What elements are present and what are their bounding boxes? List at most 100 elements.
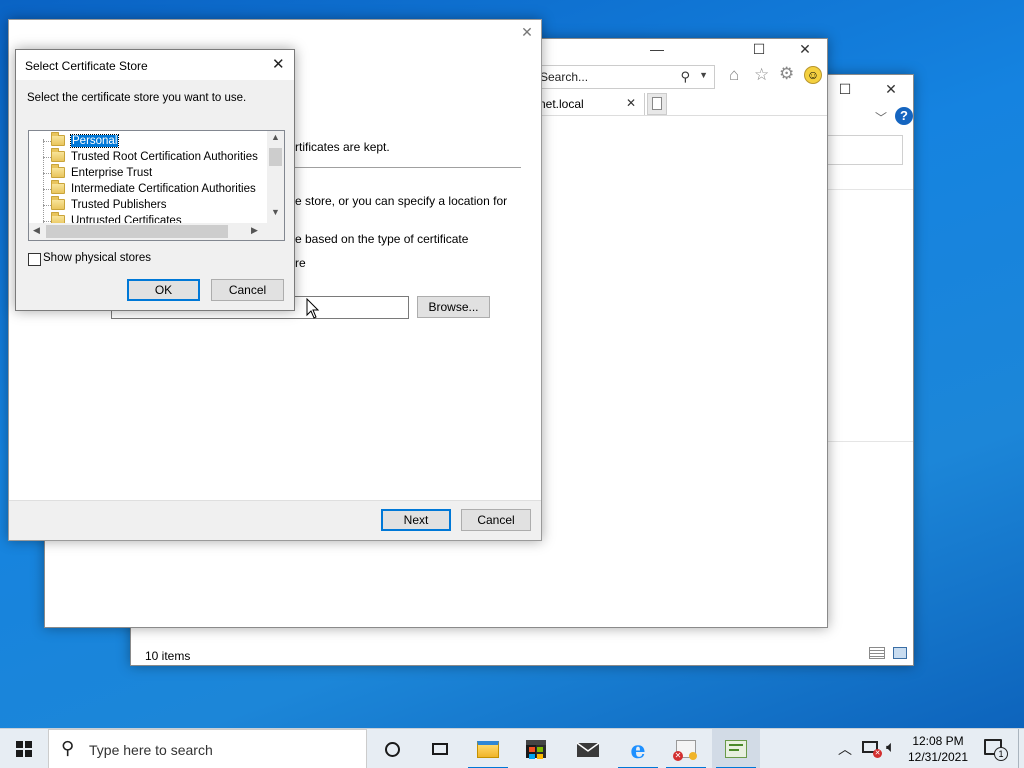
wizard-text-line-2: e store, or you can specify a location f… — [295, 194, 508, 208]
mail-icon — [576, 742, 600, 757]
wizard-cancel-button[interactable]: Cancel — [461, 509, 531, 531]
explorer-maximize-button[interactable]: ☐ — [833, 81, 857, 98]
show-physical-stores-label[interactable]: Show physical stores — [43, 252, 151, 264]
folder-icon — [51, 164, 65, 178]
explorer-ribbon-divider — [827, 189, 913, 190]
tree-line — [43, 157, 51, 158]
store-item-label: Personal — [69, 134, 120, 148]
tree-line — [43, 221, 51, 222]
new-tab-button[interactable] — [647, 93, 667, 115]
certificate-import-icon — [725, 740, 747, 758]
taskbar-clock-date[interactable]: 12/31/2021 — [906, 750, 970, 764]
store-button[interactable] — [512, 729, 560, 768]
ie-tab[interactable]: net.local ✕ — [535, 93, 645, 115]
mail-button[interactable] — [564, 729, 612, 768]
store-tree-view[interactable]: Personal Trusted Root Certification Auth… — [28, 130, 285, 241]
ie-minimize-button[interactable]: — — [645, 41, 669, 57]
horizontal-scrollbar[interactable]: ◀ ▶ — [29, 223, 267, 240]
ie-search-input[interactable]: Search... — [540, 70, 588, 84]
explorer-close-button[interactable]: ✕ — [879, 81, 903, 98]
close-icon[interactable]: ✕ — [272, 55, 285, 73]
search-icon[interactable]: ⚲ — [680, 69, 690, 85]
explorer-address-bar[interactable] — [827, 135, 903, 165]
network-icon[interactable]: ✕ — [862, 741, 882, 758]
start-button[interactable] — [0, 729, 48, 768]
certificate-import-button[interactable] — [712, 729, 760, 768]
task-view-button[interactable] — [416, 729, 464, 768]
chevron-up-icon[interactable]: ︿ — [838, 739, 852, 759]
wizard-divider — [295, 167, 521, 168]
dialog-titlebar: Select Certificate Store ✕ — [16, 50, 294, 80]
ie-search-box[interactable]: Search... ⚲ ▼ — [535, 65, 715, 89]
ie-tab-label: net.local — [539, 97, 584, 111]
gear-icon[interactable]: ⚙ — [779, 64, 794, 84]
mouse-pointer-icon — [306, 298, 320, 319]
explorer-status-items: 10 items — [145, 649, 191, 663]
dialog-cancel-button[interactable]: Cancel — [211, 279, 284, 301]
volume-muted-icon[interactable]: 🔈︎ — [886, 739, 896, 757]
dialog-title: Select Certificate Store — [25, 59, 148, 73]
store-item-intermediate[interactable]: Intermediate Certification Authorities — [51, 180, 256, 197]
cortana-button[interactable] — [368, 729, 416, 768]
wizard-text-line-4: re — [295, 256, 306, 270]
tree-line — [43, 205, 51, 206]
tree-line — [43, 173, 51, 174]
cortana-icon — [384, 741, 400, 757]
chevron-down-icon[interactable]: ▼ — [699, 70, 708, 80]
tree-line — [43, 141, 51, 142]
file-explorer-button[interactable] — [464, 729, 512, 768]
vertical-scrollbar[interactable]: ▲ ▼ — [267, 131, 284, 223]
horizontal-scroll-thumb[interactable] — [46, 225, 228, 238]
store-item-trusted-root[interactable]: Trusted Root Certification Authorities — [51, 148, 258, 165]
smiley-feedback-icon[interactable]: ☺ — [804, 66, 822, 84]
tree-line — [43, 139, 44, 225]
scroll-right-icon[interactable]: ▶ — [251, 225, 258, 236]
store-item-enterprise-trust[interactable]: Enterprise Trust — [51, 164, 153, 181]
favorites-star-icon[interactable]: ☆ — [754, 65, 769, 85]
tree-line — [43, 189, 51, 190]
scroll-up-icon[interactable]: ▲ — [271, 132, 280, 142]
store-icon — [526, 740, 546, 759]
wizard-text-line-1: rtificates are kept. — [295, 140, 390, 154]
scroll-down-icon[interactable]: ▼ — [271, 207, 280, 217]
certificate-app-icon: ✕ — [673, 740, 697, 761]
details-view-icon[interactable] — [869, 647, 885, 659]
wizard-close-button[interactable]: ✕ — [515, 24, 539, 41]
certificate-app-button[interactable]: ✕ — [662, 729, 710, 768]
store-item-personal[interactable]: Personal — [51, 132, 120, 149]
explorer-pane-divider — [827, 441, 913, 442]
action-center-icon[interactable]: 1 — [984, 739, 1008, 761]
home-icon[interactable]: ⌂ — [729, 65, 739, 85]
file-explorer-icon — [477, 740, 499, 758]
show-physical-stores-checkbox[interactable] — [28, 253, 41, 266]
chevron-down-icon[interactable]: ﹀ — [875, 109, 887, 126]
windows-start-icon — [16, 741, 32, 757]
store-item-label: Trusted Root Certification Authorities — [71, 151, 258, 163]
next-button[interactable]: Next — [381, 509, 451, 531]
ie-close-button[interactable]: ✕ — [793, 41, 817, 58]
internet-explorer-button[interactable]: e — [614, 729, 662, 768]
large-icons-view-icon[interactable] — [893, 647, 907, 659]
help-icon[interactable]: ? — [895, 107, 913, 125]
vertical-scroll-thumb[interactable] — [269, 148, 282, 166]
taskbar-search-input[interactable]: Type here to search — [89, 742, 213, 758]
browse-button[interactable]: Browse... — [417, 296, 490, 318]
taskbar-clock-time[interactable]: 12:08 PM — [910, 734, 966, 748]
ie-maximize-button[interactable]: ☐ — [747, 41, 771, 58]
task-view-icon — [432, 743, 448, 755]
scroll-left-icon[interactable]: ◀ — [33, 225, 40, 236]
taskbar-search-box[interactable]: ⚲ Type here to search — [48, 729, 367, 768]
store-item-label: Enterprise Trust — [71, 167, 153, 179]
folder-icon — [51, 148, 65, 162]
ok-button[interactable]: OK — [127, 279, 200, 301]
search-icon: ⚲ — [61, 738, 75, 758]
store-item-label: Trusted Publishers — [71, 199, 167, 211]
notification-count-badge: 1 — [994, 747, 1008, 761]
close-icon[interactable]: ✕ — [626, 96, 636, 110]
store-item-trusted-publishers[interactable]: Trusted Publishers — [51, 196, 167, 213]
scrollbar-corner — [267, 223, 284, 240]
show-desktop-button[interactable] — [1018, 729, 1024, 768]
folder-icon — [51, 180, 65, 194]
folder-icon — [51, 132, 65, 146]
new-tab-icon — [652, 97, 662, 110]
